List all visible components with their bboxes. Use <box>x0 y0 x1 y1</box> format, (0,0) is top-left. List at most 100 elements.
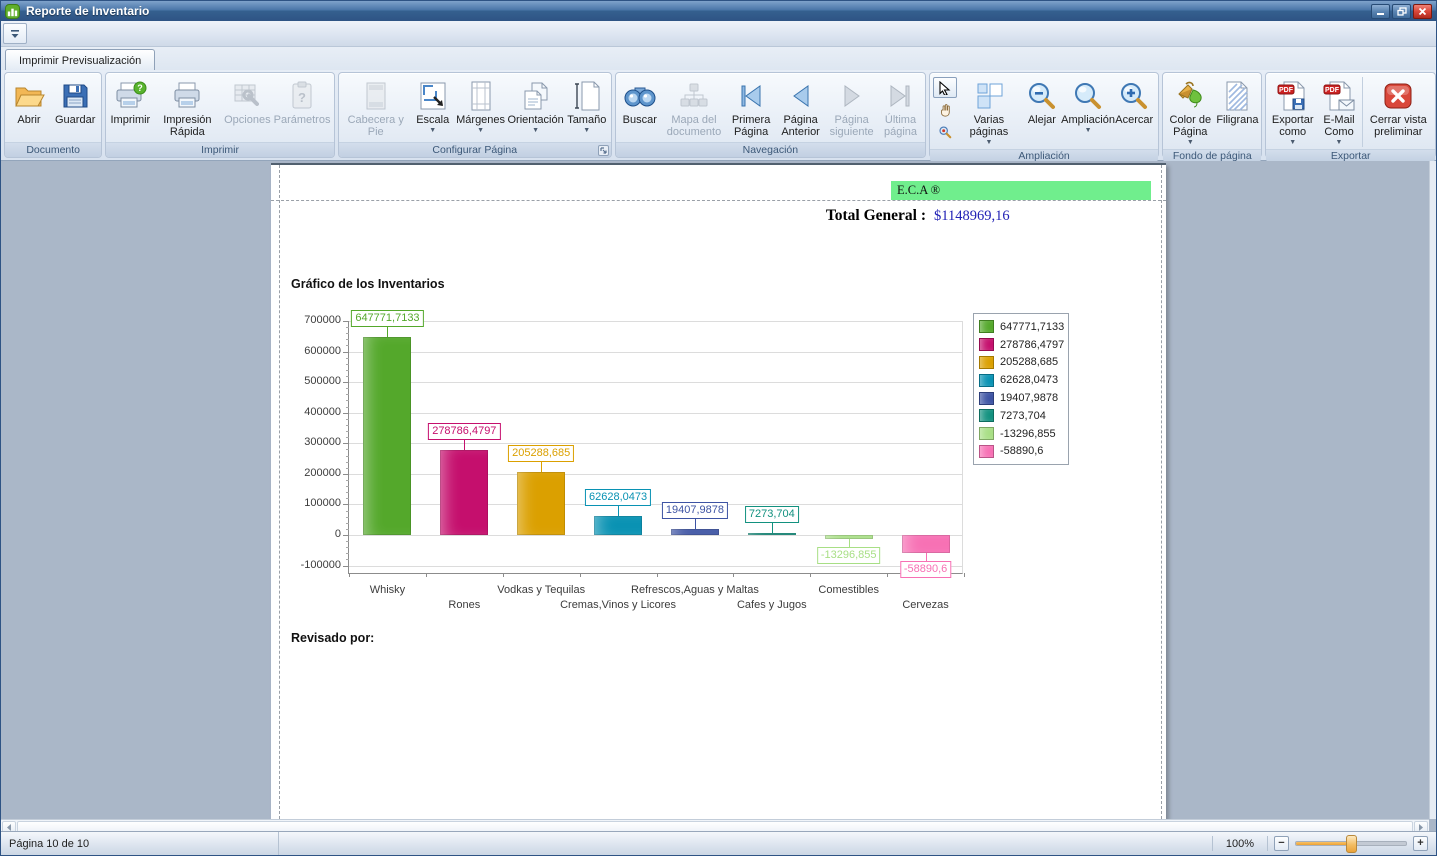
pagina-anterior-label: Página Anterior <box>780 114 821 138</box>
next-page-icon <box>837 78 867 114</box>
x-tick <box>887 573 888 577</box>
legend-item: 647771,7133 <box>979 318 1068 336</box>
x-tick <box>580 573 581 577</box>
zoom-region-tool-button[interactable] <box>933 121 957 142</box>
exportar-como-button[interactable]: PDF Exportar como ▼ <box>1268 75 1317 149</box>
page-size-icon <box>572 78 602 114</box>
callout-connector <box>772 523 773 533</box>
abrir-button[interactable]: Abrir <box>7 75 51 129</box>
dialog-launcher-icon[interactable] <box>598 145 609 156</box>
filigrana-button[interactable]: Filigrana <box>1215 75 1259 129</box>
filigrana-label: Filigrana <box>1216 114 1258 126</box>
escala-button[interactable]: Escala ▼ <box>411 75 455 137</box>
acercar-button[interactable]: Acercar <box>1112 75 1156 129</box>
imprimir-button[interactable]: ? Imprimir <box>108 75 152 129</box>
gridline <box>349 443 962 444</box>
group-label-imprimir: Imprimir <box>106 142 333 157</box>
header-footer-icon <box>361 78 391 114</box>
y-tick-label: 300000 <box>283 436 341 448</box>
customize-toolbar-icon[interactable] <box>3 23 27 44</box>
y-minor-tick <box>346 517 349 518</box>
value-label: 647771,7133 <box>351 310 423 327</box>
y-minor-tick <box>346 364 349 365</box>
margenes-dropdown-icon: ▼ <box>477 127 484 134</box>
zoom-in-button[interactable]: + <box>1413 836 1428 851</box>
primera-pagina-label: Primera Página <box>730 114 772 138</box>
close-button[interactable] <box>1413 4 1432 19</box>
ampliacion-button[interactable]: Ampliación ▼ <box>1064 75 1112 137</box>
tab-imprimir-previsualizacion[interactable]: Imprimir Previsualización <box>5 49 155 71</box>
email-como-label: E-Mail Como <box>1321 114 1357 138</box>
zoom-slider-thumb[interactable] <box>1346 835 1357 853</box>
y-minor-tick <box>346 529 349 530</box>
impresion-rapida-button[interactable]: Impresión Rápida <box>152 75 222 141</box>
pagina-anterior-button[interactable]: Página Anterior <box>776 75 825 141</box>
margin-guide-top <box>271 200 1166 201</box>
tamano-button[interactable]: Tamaño ▼ <box>565 75 609 137</box>
pagina-siguiente-button: Página siguiente <box>825 75 878 141</box>
zoom-controls: 100% − + <box>1212 836 1436 851</box>
y-tick-label: 400000 <box>283 406 341 418</box>
y-minor-tick <box>346 400 349 401</box>
legend-label: 62628,0473 <box>1000 374 1058 386</box>
primera-pagina-button[interactable]: Primera Página <box>726 75 776 141</box>
y-minor-tick <box>346 376 349 377</box>
bar-Cremas,Vinos y Licores <box>594 516 642 535</box>
ultima-pagina-button: Última página <box>878 75 923 141</box>
tamano-label: Tamaño <box>567 114 606 126</box>
svg-text:?: ? <box>298 90 306 105</box>
margenes-button[interactable]: Márgenes ▼ <box>455 75 507 137</box>
legend-item: 62628,0473 <box>979 371 1068 389</box>
value-label: -58890,6 <box>900 561 951 578</box>
legend-swatch <box>979 427 994 440</box>
x-tick <box>503 573 504 577</box>
buscar-button[interactable]: Buscar <box>618 75 662 129</box>
hand-tool-button[interactable] <box>933 99 957 120</box>
y-minor-tick <box>346 456 349 457</box>
bar-Cafes y Jugos <box>748 533 796 535</box>
guardar-button[interactable]: Guardar <box>51 75 99 129</box>
restore-button[interactable] <box>1392 4 1411 19</box>
y-tick <box>343 352 349 353</box>
total-general-label: Total General : <box>641 207 926 225</box>
gridline <box>349 382 962 383</box>
orientacion-label: Orientación <box>507 114 563 126</box>
minimize-button[interactable] <box>1371 4 1390 19</box>
category-label: Whisky <box>370 584 405 596</box>
y-minor-tick <box>346 431 349 432</box>
zoom-in-icon <box>1118 78 1150 114</box>
color-pagina-button[interactable]: Color de Página ▼ <box>1165 75 1215 149</box>
orientacion-button[interactable]: Orientación ▼ <box>506 75 564 137</box>
varias-paginas-button[interactable]: Varias páginas ▼ <box>958 75 1020 149</box>
revisado-por-label: Revisado por: <box>291 631 374 645</box>
email-como-button[interactable]: PDF E-Mail Como ▼ <box>1317 75 1361 149</box>
svg-text:?: ? <box>138 83 144 93</box>
report-preview-window: Reporte de Inventario Imprimir Previsual… <box>0 0 1437 856</box>
parametros-label: Parámetros <box>274 114 331 126</box>
legend-swatch <box>979 320 994 333</box>
legend-label: 647771,7133 <box>1000 321 1064 333</box>
bar-Cervezas <box>902 535 950 553</box>
zoom-out-button[interactable]: − <box>1274 836 1289 851</box>
open-folder-icon <box>13 78 45 114</box>
value-label: 278786,4797 <box>428 423 500 440</box>
cerrar-vista-button[interactable]: Cerrar vista preliminar <box>1364 75 1433 141</box>
alejar-button[interactable]: Alejar <box>1020 75 1064 129</box>
y-minor-tick <box>346 559 349 560</box>
company-name: E.C.A ® <box>897 183 940 198</box>
app-chart-icon <box>5 4 20 19</box>
group-ampliacion: Varias páginas ▼ Alejar Ampliación ▼ Ace… <box>929 72 1159 158</box>
export-pdf-icon: PDF <box>1276 78 1310 114</box>
group-configurar-pagina: Cabecera y Pie Escala ▼ Márgenes ▼ Orien… <box>338 72 612 158</box>
vertical-scrollbar[interactable] <box>1429 161 1436 819</box>
binoculars-icon <box>623 78 657 114</box>
legend-label: 7273,704 <box>1000 410 1046 422</box>
value-label: 7273,704 <box>745 506 799 523</box>
pointer-tool-button[interactable] <box>933 77 957 98</box>
category-label: Rones <box>448 599 480 611</box>
y-minor-tick <box>346 327 349 328</box>
callout-connector <box>464 440 465 450</box>
callout-connector <box>618 506 619 516</box>
zoom-slider[interactable] <box>1295 841 1407 846</box>
page-color-icon <box>1173 78 1207 114</box>
